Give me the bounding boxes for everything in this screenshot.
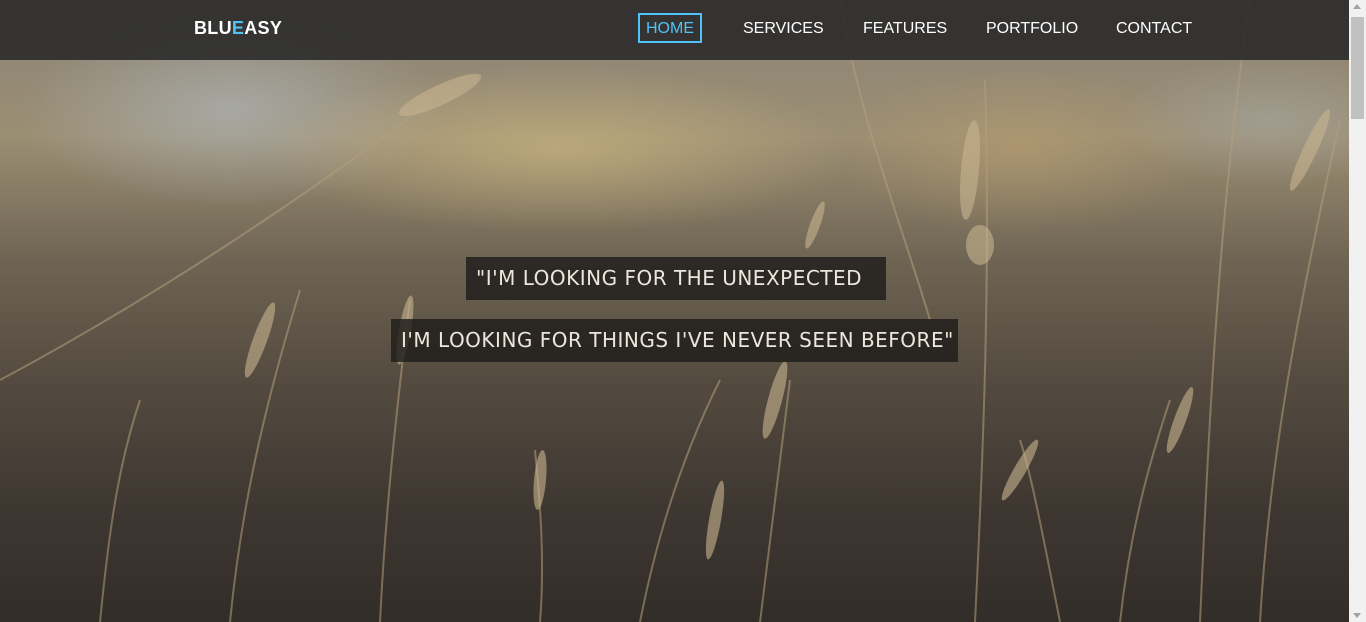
scroll-up-arrow-icon[interactable]: [1353, 4, 1361, 9]
brand-logo-accent: E: [231, 18, 245, 38]
page-scrollbar[interactable]: [1349, 0, 1366, 622]
navbar: BLUEASY HOME SERVICES FEATURES PORTFOLIO…: [0, 0, 1349, 60]
wheat-grass-illustration: [0, 0, 1341, 622]
nav-contact[interactable]: CONTACT: [1108, 13, 1200, 43]
hero-background: [0, 0, 1349, 622]
nav-services[interactable]: SERVICES: [735, 13, 832, 43]
brand-logo[interactable]: BLUEASY: [194, 18, 282, 39]
brand-logo-part1: BLU: [194, 18, 232, 38]
nav-home[interactable]: HOME: [638, 13, 702, 43]
scroll-thumb[interactable]: [1351, 17, 1364, 119]
scroll-down-arrow-icon[interactable]: [1353, 613, 1361, 618]
nav-portfolio[interactable]: PORTFOLIO: [978, 13, 1086, 43]
nav-features[interactable]: FEATURES: [855, 13, 955, 43]
hero-quote-line2: I'M LOOKING FOR THINGS I'VE NEVER SEEN B…: [391, 319, 958, 362]
brand-logo-part2: ASY: [244, 18, 283, 38]
hero-quote-line1: "I'M LOOKING FOR THE UNEXPECTED: [466, 257, 886, 300]
